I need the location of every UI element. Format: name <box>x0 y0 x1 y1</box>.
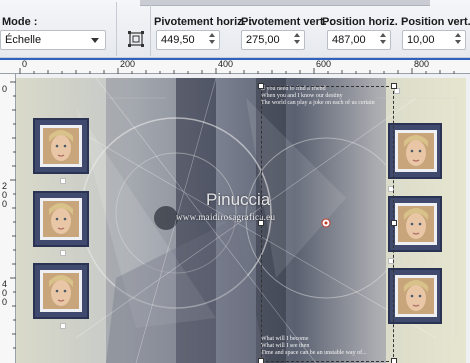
resize-handle-left[interactable] <box>258 220 264 226</box>
scale-mode-icon[interactable] <box>127 30 145 48</box>
pos-v-value: 10,00 <box>407 34 435 46</box>
portrait-image <box>398 133 434 169</box>
ruler-label: 800 <box>414 59 430 69</box>
mode-dropdown[interactable]: Échelle <box>0 30 106 50</box>
toolbar-separator <box>116 2 117 56</box>
mode-label: Mode : <box>2 16 38 28</box>
resize-handle-bottom-left[interactable] <box>258 358 264 363</box>
pivot-h-stepper[interactable] <box>207 32 217 48</box>
pos-v-stepper[interactable] <box>453 32 463 48</box>
pivot-h-input[interactable]: 449,50 <box>156 30 220 50</box>
editor-window: Mode : Échelle Pivotement horiz. : 449,5… <box>0 0 470 363</box>
portrait-image <box>43 273 79 309</box>
resize-handle-bottom-right[interactable] <box>391 358 397 363</box>
ruler-ticks <box>19 68 455 74</box>
portrait-image <box>398 278 434 314</box>
portrait-image <box>43 128 79 164</box>
portrait-image <box>398 206 434 242</box>
pivot-v-stepper[interactable] <box>292 32 302 48</box>
horizontal-ruler[interactable]: 0 200 400 600 800 <box>0 58 470 74</box>
toolbar-separator <box>150 2 151 56</box>
portrait-frame-right-3 <box>388 268 442 324</box>
resize-handle-right[interactable] <box>391 220 397 226</box>
resize-handle-top-left[interactable] <box>258 83 264 89</box>
pos-v-label: Position vert. : <box>401 16 470 28</box>
pos-v-input[interactable]: 10,00 <box>402 30 466 50</box>
pivot-h-value: 449,50 <box>161 34 195 46</box>
ruler-label: 200 <box>2 181 8 209</box>
ruler-label: 200 <box>120 59 136 69</box>
portrait-frame-left-1 <box>33 118 89 174</box>
mode-value: Échelle <box>5 34 42 46</box>
pos-h-stepper[interactable] <box>378 32 388 48</box>
ruler-label: 0 <box>2 84 8 94</box>
pivot-v-input[interactable]: 275,00 <box>241 30 305 50</box>
ruler-label: 400 <box>218 59 234 69</box>
decor-square <box>60 178 66 184</box>
pos-h-input[interactable]: 487,00 <box>327 30 391 50</box>
ruler-label: 400 <box>2 279 8 307</box>
portrait-image <box>43 201 79 237</box>
pivot-point-icon[interactable] <box>321 218 331 228</box>
ruler-ticks <box>10 81 16 349</box>
pos-h-value: 487,00 <box>332 34 366 46</box>
chevron-down-icon <box>91 38 99 43</box>
pos-h-label: Position horiz. : <box>322 16 405 28</box>
ruler-accent-strip <box>0 58 470 60</box>
portrait-frame-right-1 <box>388 123 442 179</box>
decor-square <box>60 323 66 329</box>
portrait-frame-left-2 <box>33 191 89 247</box>
portrait-frame-left-3 <box>33 263 89 319</box>
image-canvas[interactable]: If you need to find a friend When you an… <box>16 78 466 363</box>
vertical-ruler[interactable]: 0 200 400 <box>0 74 16 363</box>
pivot-v-label: Pivotement vert. : <box>241 16 334 28</box>
pivot-h-label: Pivotement horiz. : <box>154 16 253 28</box>
pivot-v-value: 275,00 <box>246 34 280 46</box>
toolbar-top-strip <box>140 0 430 6</box>
resize-handle-top-right[interactable] <box>391 83 397 89</box>
ruler-label: 600 <box>316 59 332 69</box>
tool-options-bar: Mode : Échelle Pivotement horiz. : 449,5… <box>0 0 470 58</box>
decor-square <box>60 250 66 256</box>
ruler-label: 0 <box>22 59 28 69</box>
